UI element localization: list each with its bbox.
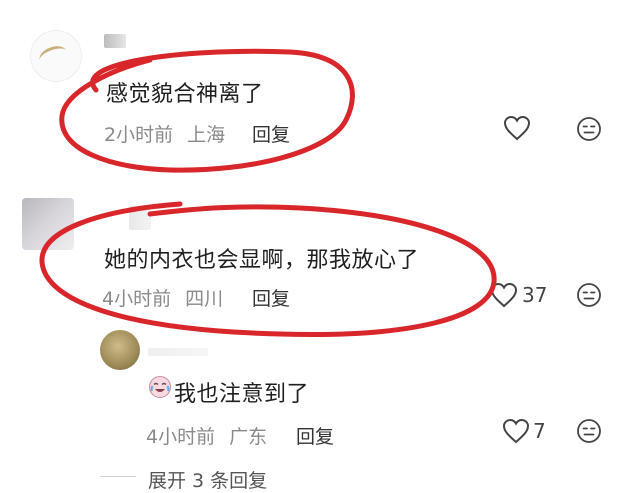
annotation-circle-2 — [39, 201, 497, 337]
annotation-circles — [39, 48, 497, 337]
annotation-circle-1 — [59, 48, 355, 173]
